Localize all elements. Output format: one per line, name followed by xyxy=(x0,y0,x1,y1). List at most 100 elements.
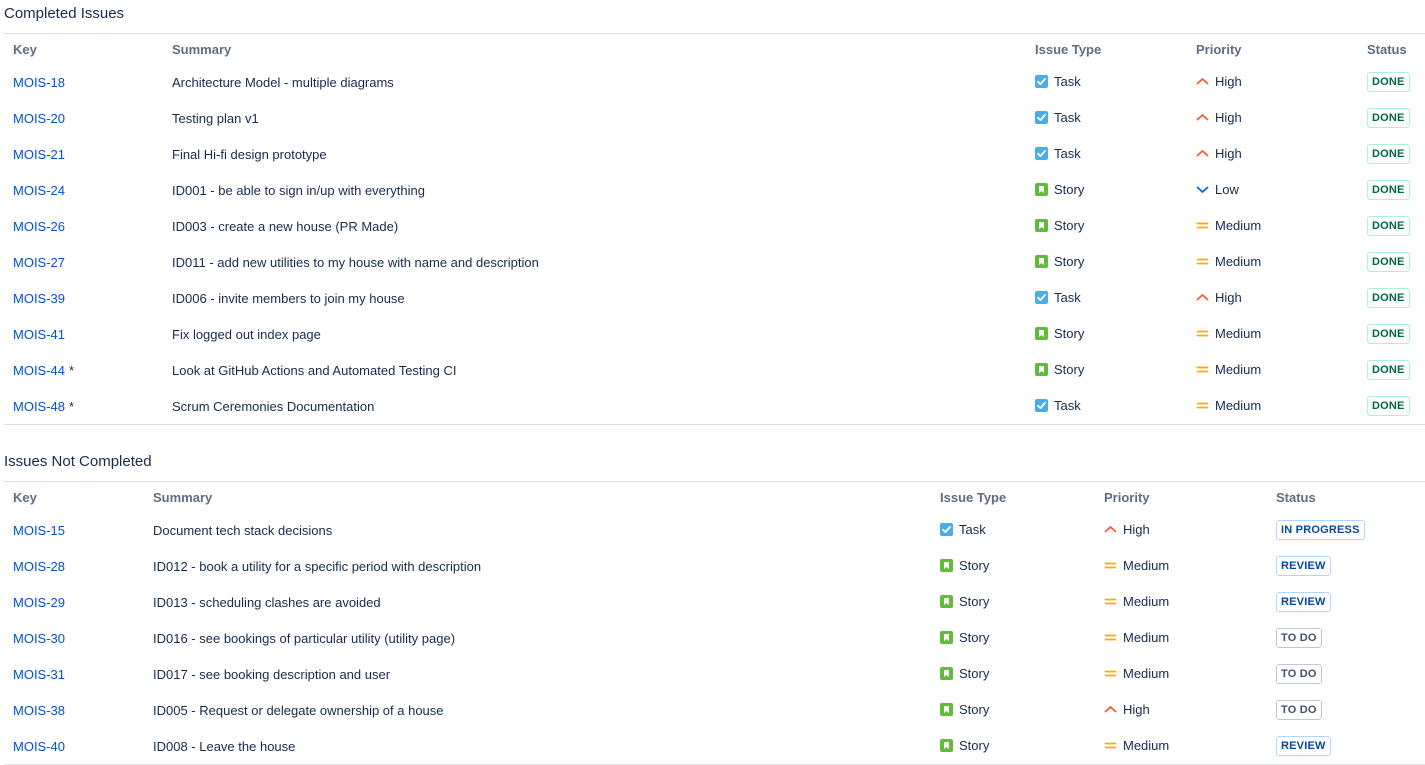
issue-key-link[interactable]: MOIS-48 xyxy=(13,399,65,414)
issue-key-link[interactable]: MOIS-21 xyxy=(13,147,65,162)
column-header-issue-type[interactable]: Issue Type xyxy=(931,482,1095,513)
issue-key-link[interactable]: MOIS-40 xyxy=(13,739,65,754)
priority-high-chevron-icon xyxy=(1104,703,1117,716)
issue-key-cell: MOIS-39 xyxy=(4,280,163,316)
table-row[interactable]: MOIS-38 ID005 - Request or delegate owner… xyxy=(4,692,1425,728)
issue-type-cell: Story xyxy=(1026,316,1187,352)
column-header-priority[interactable]: Priority xyxy=(1187,34,1358,65)
issue-key-link[interactable]: MOIS-29 xyxy=(13,595,65,610)
issue-key-link[interactable]: MOIS-15 xyxy=(13,523,65,538)
table-row[interactable]: MOIS-24 ID001 - be able to sign in/up wit… xyxy=(4,172,1425,208)
status-badge: DONE xyxy=(1367,180,1410,200)
issue-key-link[interactable]: MOIS-24 xyxy=(13,183,65,198)
issue-type-cell: Story xyxy=(931,584,1095,620)
table-row[interactable]: MOIS-21 Final Hi-fi design prototype Task H… xyxy=(4,136,1425,172)
issue-type-label: Story xyxy=(959,665,990,681)
table-header-row: Key Summary Issue Type Priority Status xyxy=(4,481,1425,513)
column-header-summary[interactable]: Summary xyxy=(144,482,931,513)
issue-key-cell: MOIS-31 xyxy=(4,656,144,692)
issue-key-link[interactable]: MOIS-39 xyxy=(13,291,65,306)
issue-key-cell: MOIS-40 xyxy=(4,728,144,765)
completed-issues-title: Completed Issues xyxy=(4,5,125,22)
column-header-issue-type[interactable]: Issue Type xyxy=(1026,34,1187,65)
column-header-status[interactable]: Status xyxy=(1267,482,1425,513)
status-badge: IN PROGRESS xyxy=(1276,520,1365,540)
issue-type-cell: Task xyxy=(1026,280,1187,316)
issue-key-link[interactable]: MOIS-26 xyxy=(13,219,65,234)
table-row[interactable]: MOIS-28 ID012 - book a utility for a spec… xyxy=(4,548,1425,584)
table-row[interactable]: MOIS-48 * Scrum Ceremonies Documentation Ta… xyxy=(4,388,1425,425)
issue-key-link[interactable]: MOIS-27 xyxy=(13,255,65,270)
priority-medium-equals-icon xyxy=(1196,327,1209,340)
table-row[interactable]: MOIS-18 Architecture Model - multiple dia… xyxy=(4,64,1425,100)
issue-priority-cell: High xyxy=(1095,512,1267,548)
status-badge: REVIEW xyxy=(1276,592,1331,612)
issue-status-cell: DONE xyxy=(1358,316,1425,352)
status-badge: DONE xyxy=(1367,144,1410,164)
issue-key-cell: MOIS-21 xyxy=(4,136,163,172)
story-bookmark-icon xyxy=(1035,326,1048,340)
issue-summary: ID013 - scheduling clashes are avoided xyxy=(153,594,381,610)
story-bookmark-icon xyxy=(1035,218,1048,232)
status-badge: REVIEW xyxy=(1276,556,1331,576)
table-row[interactable]: MOIS-26 ID003 - create a new house (PR Ma… xyxy=(4,208,1425,244)
table-row[interactable]: MOIS-44 * Look at GitHub Actions and Autom… xyxy=(4,352,1425,388)
table-row[interactable]: MOIS-29 ID013 - scheduling clashes are av… xyxy=(4,584,1425,620)
table-row[interactable]: MOIS-20 Testing plan v1 Task High DONE xyxy=(4,100,1425,136)
issue-key-link[interactable]: MOIS-44 xyxy=(13,363,65,378)
issue-status-cell: DONE xyxy=(1358,352,1425,388)
priority-high-chevron-icon xyxy=(1196,111,1209,124)
status-badge: DONE xyxy=(1367,396,1410,416)
issue-priority-cell: Medium xyxy=(1095,656,1267,692)
table-row[interactable]: MOIS-31 ID017 - see booking description a… xyxy=(4,656,1425,692)
issue-priority-label: High xyxy=(1215,289,1242,305)
issue-status-cell: DONE xyxy=(1358,172,1425,208)
story-bookmark-icon xyxy=(940,594,953,608)
column-header-summary[interactable]: Summary xyxy=(163,34,1026,65)
issue-key-cell: MOIS-15 xyxy=(4,512,144,548)
issue-priority-label: Medium xyxy=(1215,217,1262,233)
column-header-key[interactable]: Key xyxy=(4,34,163,65)
issue-type-cell: Task xyxy=(1026,388,1187,425)
issue-key-link[interactable]: MOIS-28 xyxy=(13,559,65,574)
table-row[interactable]: MOIS-40 ID008 - Leave the house Story Mediu… xyxy=(4,728,1425,765)
issue-status-cell: TO DO xyxy=(1267,656,1425,692)
issue-status-cell: DONE xyxy=(1358,100,1425,136)
table-row[interactable]: MOIS-30 ID016 - see bookings of particula… xyxy=(4,620,1425,656)
issue-key-link[interactable]: MOIS-30 xyxy=(13,631,65,646)
issue-priority-label: High xyxy=(1123,701,1150,717)
issue-type-label: Story xyxy=(1054,361,1085,377)
status-badge: REVIEW xyxy=(1276,736,1331,756)
issue-key-link[interactable]: MOIS-18 xyxy=(13,75,65,90)
column-header-key[interactable]: Key xyxy=(4,482,144,513)
issue-key-link[interactable]: MOIS-41 xyxy=(13,327,65,342)
column-header-priority[interactable]: Priority xyxy=(1095,482,1267,513)
issue-priority-label: High xyxy=(1215,109,1242,125)
issue-priority-cell: Medium xyxy=(1187,388,1358,425)
issue-priority-cell: High xyxy=(1187,64,1358,100)
issue-priority-cell: Medium xyxy=(1187,316,1358,352)
issue-priority-label: Medium xyxy=(1215,253,1262,269)
issue-type-label: Task xyxy=(1054,109,1081,125)
table-row[interactable]: MOIS-27 ID011 - add new utilities to my h… xyxy=(4,244,1425,280)
issue-key-link[interactable]: MOIS-20 xyxy=(13,111,65,126)
table-row[interactable]: MOIS-39 ID006 - invite members to join my… xyxy=(4,280,1425,316)
issue-key-link[interactable]: MOIS-38 xyxy=(13,703,65,718)
column-header-status[interactable]: Status xyxy=(1358,34,1425,65)
issue-status-cell: REVIEW xyxy=(1267,584,1425,620)
issue-type-cell: Story xyxy=(931,692,1095,728)
priority-high-chevron-icon xyxy=(1104,523,1117,536)
table-row[interactable]: MOIS-41 Fix logged out index page Story Med… xyxy=(4,316,1425,352)
issue-type-cell: Story xyxy=(1026,244,1187,280)
table-row[interactable]: MOIS-15 Document tech stack decisions Task… xyxy=(4,512,1425,548)
issue-key-link[interactable]: MOIS-31 xyxy=(13,667,65,682)
issue-summary: ID003 - create a new house (PR Made) xyxy=(172,218,399,234)
issue-status-cell: DONE xyxy=(1358,244,1425,280)
issue-summary: Architecture Model - multiple diagrams xyxy=(172,74,394,90)
issue-status-cell: DONE xyxy=(1358,280,1425,316)
issue-type-label: Story xyxy=(959,737,990,753)
issue-priority-label: Medium xyxy=(1123,665,1170,681)
issue-summary: ID011 - add new utilities to my house wi… xyxy=(172,254,539,270)
issue-priority-cell: Medium xyxy=(1095,728,1267,765)
issue-type-cell: Story xyxy=(931,620,1095,656)
